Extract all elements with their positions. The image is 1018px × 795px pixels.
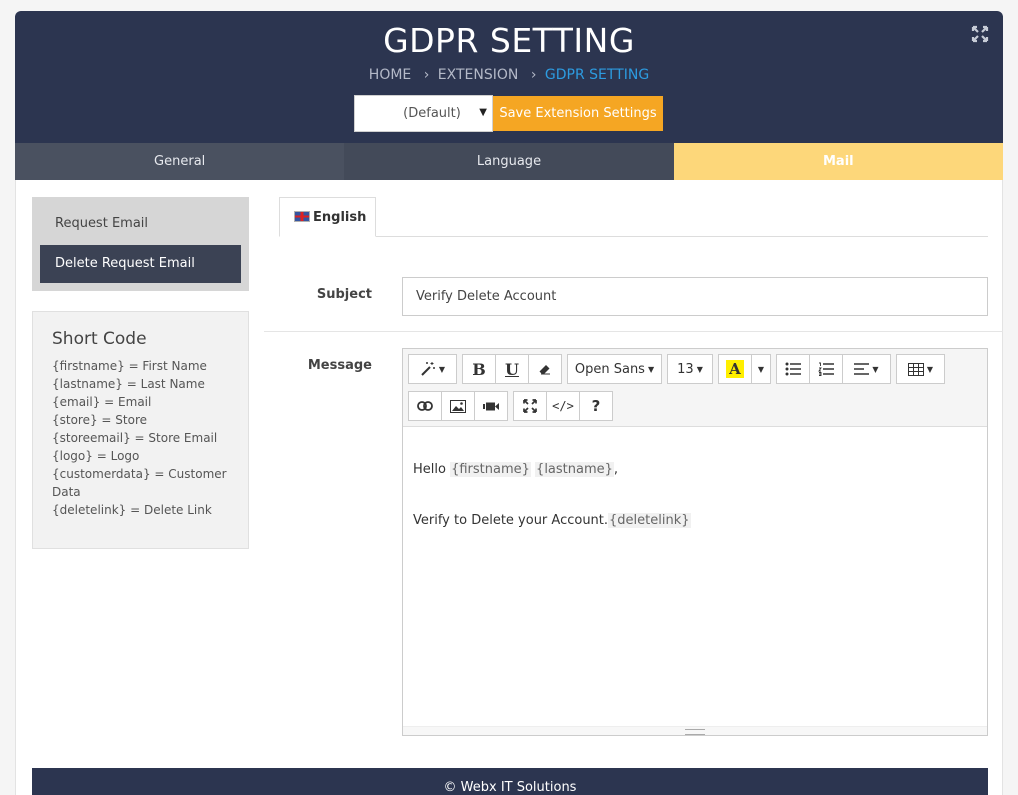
eraser-icon [539, 365, 550, 375]
uk-flag-icon [294, 211, 310, 222]
gdpr-settings-panel: GDPR SETTING HOME › EXTENSION › GDPR SET… [15, 11, 1003, 795]
store-select-value: (Default) [403, 106, 461, 121]
tab-english[interactable]: English [279, 197, 376, 237]
code-view-button[interactable]: </> [546, 391, 580, 421]
short-code-title: Short Code [52, 329, 147, 349]
form-divider [264, 331, 1003, 332]
message-label: Message [307, 358, 372, 373]
table-icon [907, 362, 924, 376]
fullscreen-editor-button[interactable] [513, 391, 547, 421]
font-family-dropdown[interactable]: Open Sans ▼ [567, 354, 662, 384]
main-tabs: General Language Mail [15, 143, 1003, 180]
numbered-list-icon [818, 362, 834, 376]
magic-style-button[interactable]: ▼ [408, 354, 457, 384]
short-code-line: {firstname} = First Name [52, 359, 207, 373]
tab-mail[interactable]: Mail [673, 143, 1003, 180]
language-tab-label: English [313, 210, 367, 225]
insert-link-button[interactable] [408, 391, 442, 421]
short-code-token: {lastname} [535, 462, 614, 477]
side-item-request-email[interactable]: Request Email [40, 205, 241, 243]
caret-down-icon: ▼ [757, 364, 765, 374]
fullscreen-icon[interactable] [971, 25, 989, 43]
message-editor: ▼ B U Open Sans ▼ 13 ▼ A ▼ ▼ ▼ </> ? Hel… [402, 348, 988, 736]
subject-label: Subject [316, 287, 372, 302]
short-code-line: {lastname} = Last Name [52, 377, 205, 391]
breadcrumb-extension[interactable]: EXTENSION [438, 67, 519, 83]
short-code-box: Short Code {firstname} = First Name {las… [32, 311, 249, 549]
expand-icon [523, 399, 537, 413]
bullet-list-icon [785, 362, 801, 376]
short-code-line: {storeemail} = Store Email [52, 431, 218, 445]
language-tabs: English [279, 197, 988, 237]
editor-toolbar: ▼ B U Open Sans ▼ 13 ▼ A ▼ ▼ ▼ </> ? [403, 349, 987, 427]
bold-button[interactable]: B [462, 354, 496, 384]
font-size-value: 13 [677, 361, 694, 377]
mail-type-menu: Request Email Delete Request Email [32, 197, 249, 291]
side-item-delete-request-email[interactable]: Delete Request Email [40, 245, 241, 283]
page-title: GDPR SETTING [383, 21, 635, 60]
link-icon [417, 401, 433, 411]
clear-format-button[interactable] [528, 354, 562, 384]
font-size-dropdown[interactable]: 13 ▼ [667, 354, 713, 384]
table-dropdown[interactable]: ▼ [896, 354, 945, 384]
message-text: , [613, 462, 619, 477]
text-color-button[interactable]: A [718, 354, 752, 384]
message-body[interactable]: Hello {firstname} {lastname}, Verify to … [403, 427, 987, 528]
help-button[interactable]: ? [579, 391, 613, 421]
underline-button[interactable]: U [495, 354, 529, 384]
caret-down-icon: ▼ [926, 364, 934, 374]
store-select[interactable]: (Default) ▼ [354, 95, 493, 132]
tab-general[interactable]: General [15, 143, 345, 180]
paragraph-align-dropdown[interactable]: ▼ [842, 354, 891, 384]
magic-wand-icon [421, 362, 435, 376]
breadcrumb-current[interactable]: GDPR SETTING [545, 67, 649, 83]
short-code-token: {firstname} [450, 462, 531, 477]
insert-image-button[interactable] [441, 391, 475, 421]
image-icon [450, 399, 466, 413]
breadcrumb-separator: › [423, 67, 430, 83]
footer: © Webx IT Solutions [32, 768, 988, 795]
message-line: Verify to Delete your Account.{deletelin… [413, 513, 977, 528]
short-code-line: {customerdata} = Customer [52, 467, 227, 481]
short-code-line: {email} = Email [52, 395, 152, 409]
insert-video-button[interactable] [474, 391, 508, 421]
message-text: Verify to Delete your Account. [413, 513, 609, 528]
tab-language[interactable]: Language [344, 143, 674, 180]
caret-down-icon: ▼ [647, 364, 655, 374]
breadcrumb-separator: › [530, 67, 537, 83]
short-code-token: {deletelink} [608, 513, 691, 528]
breadcrumb: HOME › EXTENSION › GDPR SETTING [15, 67, 1003, 83]
short-code-line: {deletelink} = Delete Link [52, 503, 212, 517]
page-header: GDPR SETTING HOME › EXTENSION › GDPR SET… [15, 11, 1003, 143]
text-color-icon: A [726, 360, 744, 378]
align-left-icon [854, 363, 870, 375]
caret-down-icon: ▼ [438, 364, 446, 374]
breadcrumb-home[interactable]: HOME [369, 67, 411, 83]
message-line: Hello {firstname} {lastname}, [413, 462, 977, 477]
short-code-line: {store} = Store [52, 413, 148, 427]
dropdown-arrow-icon: ▼ [479, 107, 487, 118]
caret-down-icon: ▼ [696, 364, 703, 374]
font-family-value: Open Sans [574, 361, 645, 377]
video-icon [483, 402, 499, 410]
save-extension-settings-button[interactable]: Save Extension Settings [493, 96, 663, 131]
numbered-list-button[interactable] [809, 354, 843, 384]
bullet-list-button[interactable] [776, 354, 810, 384]
short-code-line: Data [52, 485, 81, 499]
text-color-dropdown[interactable]: ▼ [751, 354, 771, 384]
mail-content: Request Email Delete Request Email Short… [15, 180, 1003, 795]
subject-input[interactable]: Verify Delete Account [402, 277, 988, 316]
caret-down-icon: ▼ [872, 364, 879, 374]
editor-resize-handle[interactable] [403, 726, 987, 735]
short-code-line: {logo} = Logo [52, 449, 140, 463]
message-text: Hello [413, 462, 451, 477]
